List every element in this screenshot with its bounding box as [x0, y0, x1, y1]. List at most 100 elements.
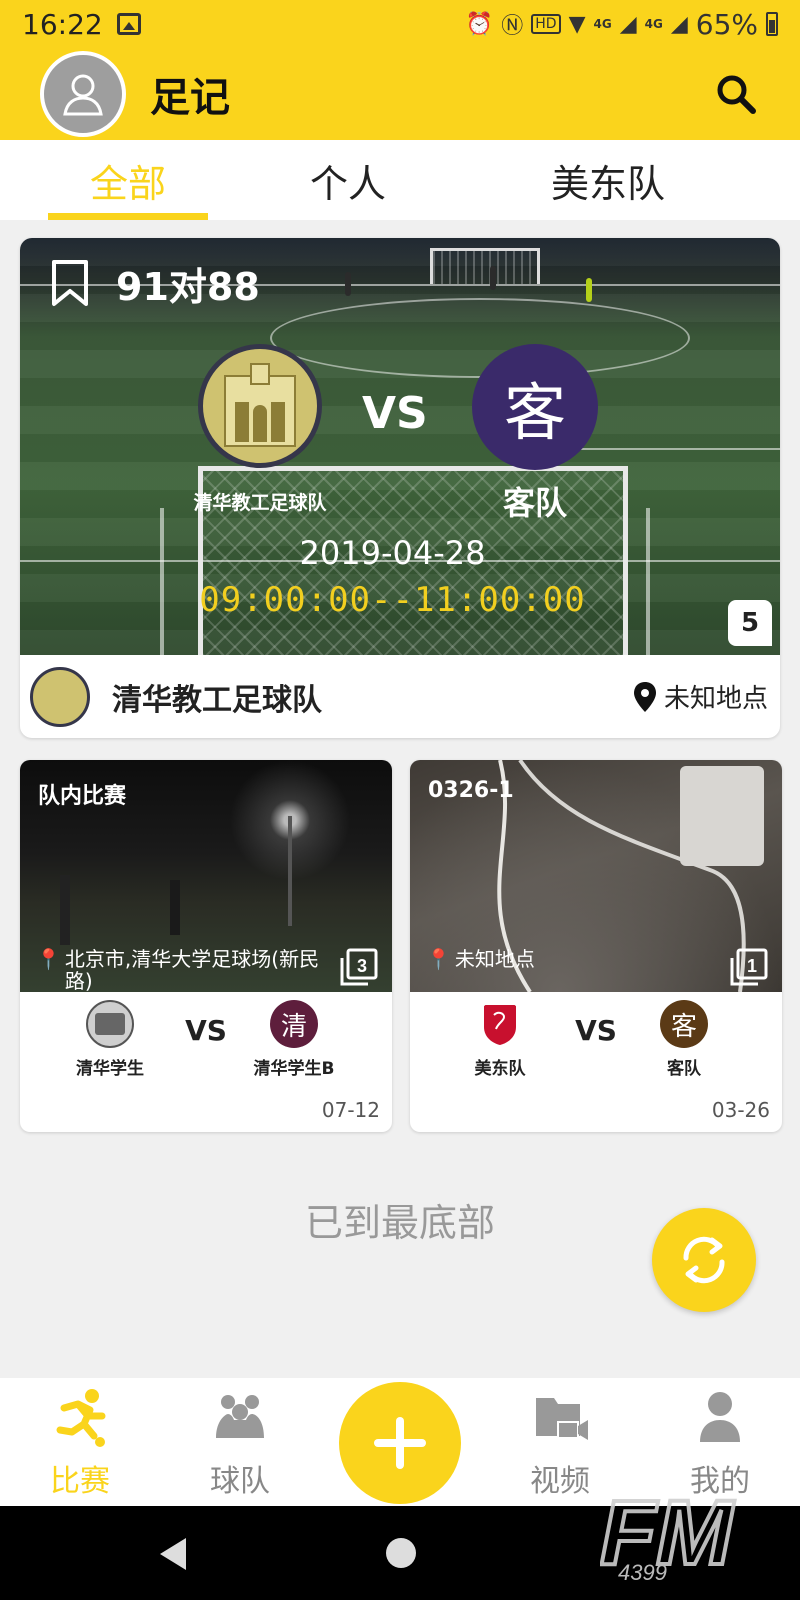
- away-team-name: 清华学生B: [253, 1059, 335, 1079]
- person-icon: [700, 1392, 740, 1442]
- player: [490, 266, 496, 290]
- featured-match-card[interactable]: 91对88 VS 客 清华教工足球队 客队 2019-04-28 09:00:0…: [20, 238, 780, 738]
- system-back-button[interactable]: [160, 1538, 186, 1570]
- match-card-title: 0326-1: [428, 778, 514, 803]
- match-photo: 0326-1 📍 未知地点 1: [410, 760, 782, 992]
- match-location: 未知地点: [632, 678, 770, 715]
- match-card-title: 队内比赛: [38, 784, 127, 809]
- search-icon: [717, 75, 756, 114]
- nav-videos[interactable]: 视频: [500, 1386, 620, 1500]
- nfc-icon: Ⓝ: [501, 14, 524, 39]
- match-title: 91对88: [116, 265, 260, 309]
- location-pin-icon: [633, 681, 656, 712]
- match-photo: 91对88 VS 客 清华教工足球队 客队 2019-04-28 09:00:0…: [20, 238, 780, 655]
- plus-icon: [374, 1417, 426, 1469]
- away-team-name: 客队: [502, 484, 567, 522]
- nav-label: 比赛: [50, 1464, 110, 1499]
- nav-profile[interactable]: 我的: [660, 1386, 780, 1500]
- photo-count-badge: 5: [728, 600, 772, 646]
- location-pin-icon: 📍: [426, 947, 451, 971]
- match-date: 2019-04-28: [299, 534, 486, 572]
- home-team-logo: [476, 1000, 524, 1048]
- away-team-name: 客队: [667, 1059, 701, 1079]
- refresh-button[interactable]: [652, 1208, 756, 1312]
- home-team-name: 清华教工足球队: [193, 492, 327, 514]
- player: [586, 278, 592, 302]
- wifi-icon: ▼: [568, 11, 586, 37]
- match-photo: 队内比赛 📍 北京市,清华大学足球场(新民路) 3: [20, 760, 392, 992]
- status-icons: ⏰ Ⓝ HD ▼ 4G ◢ 4G ◢ 65%: [466, 8, 778, 41]
- nav-matches[interactable]: 比赛: [20, 1386, 140, 1500]
- match-card-location: 📍 未知地点: [426, 948, 726, 970]
- player: [345, 272, 351, 296]
- runner-icon: [56, 1389, 106, 1447]
- player: [60, 875, 70, 945]
- featured-vs: VS: [362, 388, 428, 439]
- match-card[interactable]: 队内比赛 📍 北京市,清华大学足球场(新民路) 3 清华学生 VS 清 清华学生…: [20, 760, 392, 1132]
- location-text: 未知地点: [454, 947, 535, 971]
- home-team: 清华学生: [50, 1000, 170, 1079]
- nav-label: 球队: [210, 1464, 270, 1499]
- photo-count: 3: [357, 956, 367, 976]
- location-text: 北京市,清华大学足球场(新民路): [64, 947, 320, 992]
- location-pin-icon: 📍: [36, 947, 61, 971]
- alarm-icon: ⏰: [465, 11, 494, 37]
- tab-meidong-team[interactable]: 美东队: [518, 140, 698, 220]
- home-team-logo: [198, 344, 322, 468]
- floodlight-pole: [288, 816, 292, 926]
- match-card-teams: 美东队 VS 客 客队 03-26: [410, 992, 782, 1132]
- system-home-button[interactable]: [386, 1538, 416, 1568]
- away-team-logo: 客: [660, 1000, 708, 1048]
- location-text: 未知地点: [663, 684, 768, 714]
- status-bar: 16:22 ⏰ Ⓝ HD ▼ 4G ◢ 4G ◢ 65%: [0, 0, 800, 48]
- match-vs: VS: [575, 1014, 617, 1047]
- match-card-location: 📍 北京市,清华大学足球场(新民路): [36, 948, 336, 992]
- app-title: 足记: [150, 75, 230, 121]
- owner-team-avatar[interactable]: [30, 666, 90, 727]
- university-gate-emblem: [224, 363, 296, 447]
- photo-count: 1: [747, 956, 757, 976]
- nav-teams[interactable]: 球队: [180, 1386, 300, 1500]
- match-vs: VS: [185, 1014, 227, 1047]
- photo-stack-icon: 1: [730, 948, 768, 986]
- home-team-name: 清华学生: [76, 1059, 144, 1079]
- filter-tabs: 全部 个人 美东队: [0, 140, 800, 220]
- watermark-sub: 4399: [618, 1560, 667, 1585]
- far-goal: [430, 248, 540, 284]
- owner-team-name[interactable]: 清华教工足球队: [112, 675, 322, 719]
- away-team: 清 清华学生B: [234, 1000, 354, 1079]
- user-placeholder-icon: [63, 74, 103, 116]
- user-avatar[interactable]: [40, 51, 126, 137]
- away-team: 客 客队: [624, 1000, 744, 1079]
- battery-percent: 65%: [695, 7, 758, 41]
- match-date: 03-26: [711, 1098, 770, 1122]
- battery-icon: [766, 12, 778, 36]
- status-time: 16:22: [22, 7, 103, 41]
- network-label-2: 4G: [644, 17, 663, 31]
- away-team-logo: 客: [472, 344, 598, 470]
- liverbird-crest-icon: [484, 1005, 516, 1045]
- video-folder-icon: [536, 1398, 588, 1440]
- tab-all[interactable]: 全部: [48, 140, 208, 220]
- home-team-name: 美东队: [474, 1059, 526, 1079]
- player: [170, 880, 180, 935]
- bookmark-icon[interactable]: [50, 258, 90, 308]
- nav-label: 视频: [530, 1464, 590, 1499]
- team-icon: [216, 1395, 264, 1438]
- image-notification-icon: [116, 13, 141, 35]
- pitch-arc: [270, 298, 690, 378]
- featured-card-footer: 清华教工足球队 未知地点: [20, 655, 780, 738]
- add-match-button[interactable]: [339, 1382, 461, 1504]
- home-team-logo: [86, 1000, 134, 1048]
- app-header: 足记: [0, 48, 800, 140]
- search-button[interactable]: [712, 70, 760, 118]
- refresh-icon: [683, 1236, 725, 1284]
- fm-4399-watermark-logo: FM 4399: [600, 1488, 737, 1586]
- match-card[interactable]: 0326-1 📍 未知地点 1 美东队 VS 客 客队 03-26: [410, 760, 782, 1132]
- match-date: 07-12: [321, 1098, 380, 1122]
- match-card-teams: 清华学生 VS 清 清华学生B 07-12: [20, 992, 392, 1132]
- match-time: 09:00:00--11:00:00: [199, 580, 586, 620]
- signal-icon-2: ◢: [670, 11, 688, 37]
- hd-icon: HD: [531, 14, 561, 34]
- tab-personal[interactable]: 个人: [268, 140, 428, 220]
